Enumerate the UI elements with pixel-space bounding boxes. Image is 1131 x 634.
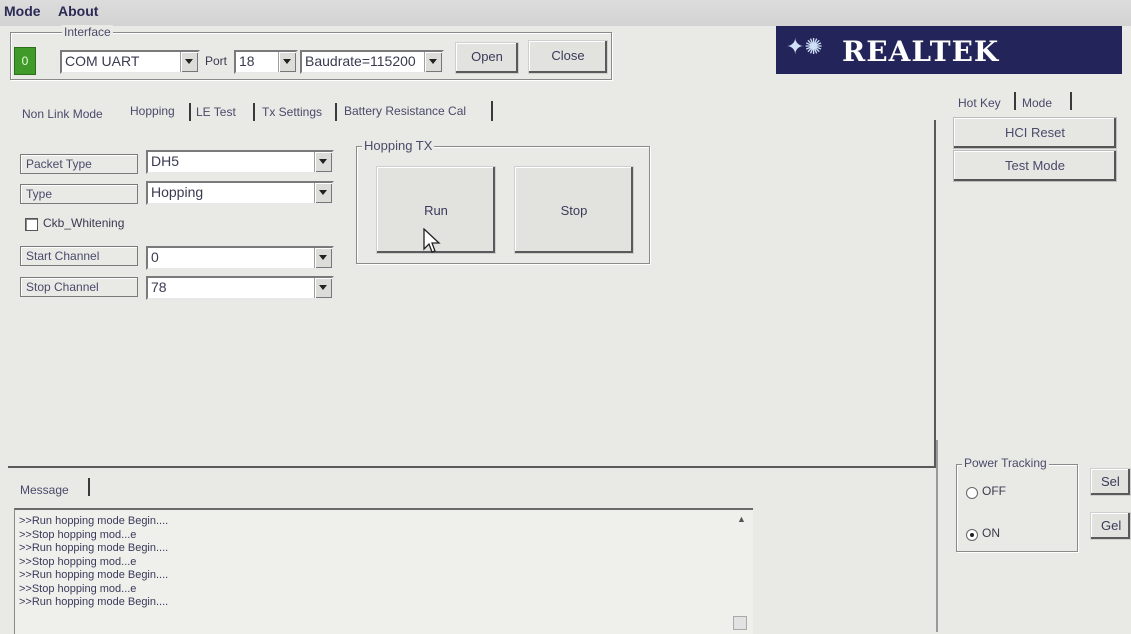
realtek-crab-logo-icon: ✦✺ (786, 34, 823, 59)
menu-about[interactable]: About (58, 3, 98, 19)
interface-select[interactable]: COM UART (60, 50, 200, 74)
tab-le-test[interactable]: LE Test (196, 105, 236, 119)
scroll-up-arrow-icon[interactable]: ▲ (737, 514, 746, 524)
start-channel-label: Start Channel (20, 246, 138, 266)
message-line: >>Run hopping mode Begin.... (19, 569, 169, 581)
chevron-down-icon[interactable] (314, 278, 332, 298)
type-select[interactable]: Hopping (146, 181, 334, 205)
chevron-down-icon[interactable] (314, 248, 332, 268)
tab-divider (335, 103, 337, 121)
stop-button[interactable]: Stop (514, 166, 634, 254)
stop-channel-label: Stop Channel (20, 277, 138, 297)
connection-status-indicator: 0 (14, 47, 36, 75)
power-tracking-group-label: Power Tracking (962, 456, 1049, 470)
chevron-down-icon[interactable] (180, 52, 198, 72)
close-button[interactable]: Close (528, 40, 608, 74)
message-line: >>Run hopping mode Begin.... (19, 596, 169, 608)
power-tracking-off-label: OFF (982, 484, 1006, 498)
tab-battery-resistance-cal[interactable]: Battery Resistance Cal (344, 104, 466, 118)
hci-reset-button[interactable]: HCI Reset (953, 117, 1117, 149)
whitening-checkbox[interactable] (25, 218, 38, 231)
power-tracking-get-button[interactable]: Gel (1090, 512, 1131, 540)
side-tab-mode[interactable]: Mode (1022, 96, 1052, 110)
brand-banner: ✦✺ REALTEK (776, 26, 1122, 74)
packet-type-label: Packet Type (20, 154, 138, 174)
tab-message[interactable]: Message (20, 483, 69, 497)
scrollbar-corner (733, 616, 747, 630)
start-channel-value: 0 (151, 249, 159, 265)
port-select-value: 18 (239, 53, 255, 69)
stop-channel-select[interactable]: 78 (146, 276, 334, 300)
port-select[interactable]: 18 (234, 50, 298, 74)
open-button[interactable]: Open (455, 42, 519, 74)
packet-type-value: DH5 (151, 153, 180, 169)
type-label: Type (20, 184, 138, 204)
power-tracking-on-label: ON (982, 526, 1000, 540)
chevron-down-icon[interactable] (278, 52, 296, 72)
packet-type-select[interactable]: DH5 (146, 150, 334, 174)
message-line: >>Stop hopping mod...e (19, 582, 137, 595)
brand-name: REALTEK (842, 35, 1000, 68)
chevron-down-icon[interactable] (424, 52, 442, 72)
start-channel-select[interactable]: 0 (146, 246, 334, 270)
message-line: >>Stop hopping mod...e (19, 528, 137, 541)
interface-group-label: Interface (62, 25, 113, 39)
tab-hopping[interactable]: Hopping (130, 104, 175, 118)
message-log[interactable]: >>Run hopping mode Begin.... >>Stop hopp… (14, 508, 753, 634)
message-line: >>Run hopping mode Begin.... (19, 542, 169, 554)
stop-channel-value: 78 (151, 279, 167, 295)
tab-divider (253, 103, 255, 121)
panel-divider (936, 440, 938, 632)
baudrate-select[interactable]: Baudrate=115200 (300, 50, 444, 74)
tab-divider (491, 101, 493, 121)
message-line: >>Run hopping mode Begin.... (19, 515, 169, 527)
test-mode-button[interactable]: Test Mode (953, 150, 1117, 182)
whitening-label: Ckb_Whitening (43, 216, 125, 230)
tab-divider (1014, 92, 1016, 110)
tab-divider (1070, 92, 1072, 110)
mouse-cursor-icon (423, 228, 441, 253)
baudrate-select-value: Baudrate=115200 (305, 53, 416, 69)
menu-mode[interactable]: Mode (4, 3, 41, 19)
type-value: Hopping (151, 184, 204, 200)
tab-non-link-mode[interactable]: Non Link Mode (22, 107, 103, 121)
chevron-down-icon[interactable] (314, 183, 332, 203)
hopping-tx-group-label: Hopping TX (362, 138, 435, 153)
tab-tx-settings[interactable]: Tx Settings (262, 105, 322, 119)
side-tab-hot-key[interactable]: Hot Key (958, 96, 1001, 110)
menu-bar: Mode About (0, 0, 1131, 26)
tab-divider (189, 103, 191, 121)
power-tracking-off-radio[interactable] (966, 487, 978, 499)
interface-select-value: COM UART (65, 53, 140, 69)
port-label: Port (205, 54, 228, 68)
power-tracking-set-button[interactable]: Sel (1090, 468, 1131, 496)
chevron-down-icon[interactable] (314, 152, 332, 172)
message-line: >>Stop hopping mod...e (19, 555, 137, 568)
tab-divider (88, 478, 90, 496)
power-tracking-on-radio[interactable] (966, 529, 978, 541)
